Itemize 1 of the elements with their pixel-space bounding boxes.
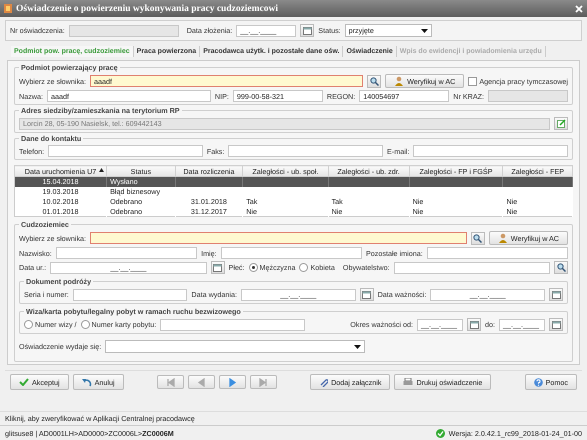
window-title: Oświadczenie o powierzeniu wykonywania pracy cudzoziemcowi <box>16 4 280 14</box>
